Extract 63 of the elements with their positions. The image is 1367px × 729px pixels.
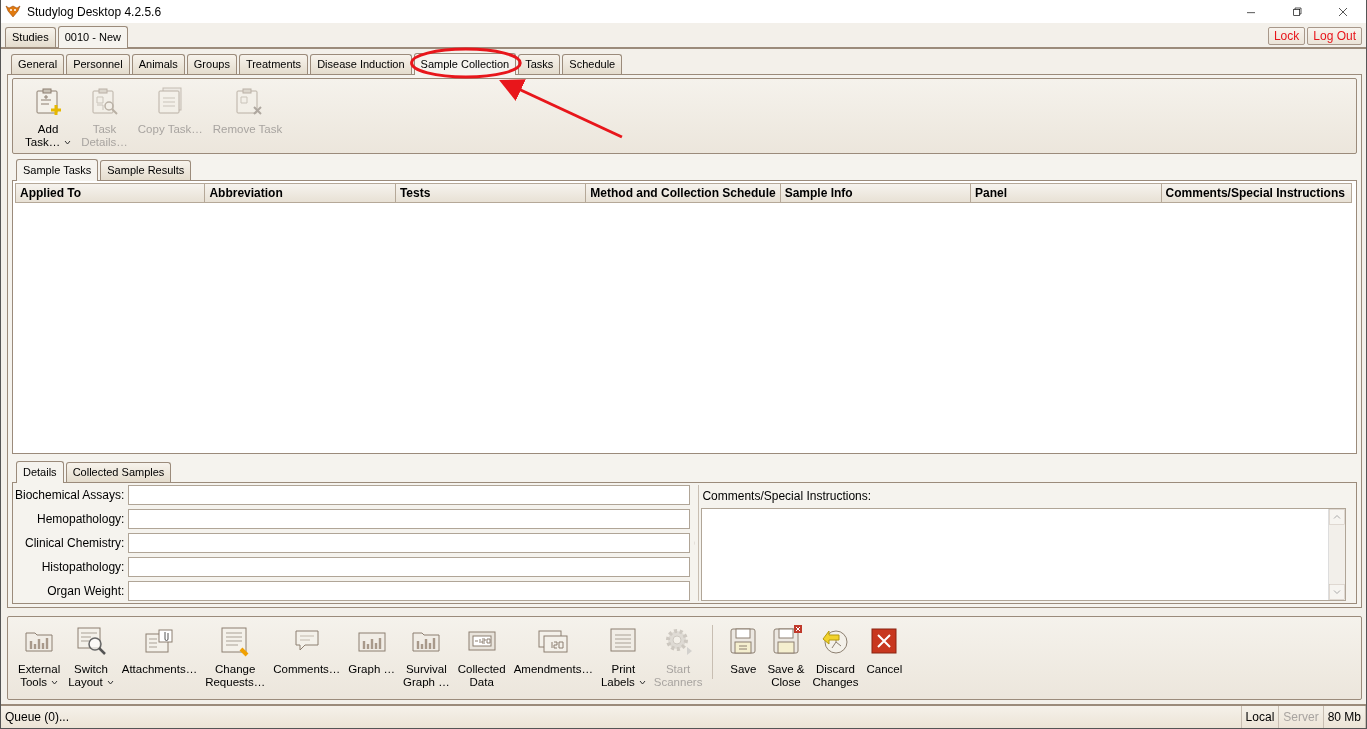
queue-status: Queue (0)... <box>5 710 70 724</box>
column-header[interactable]: Applied To <box>15 182 206 203</box>
input-field[interactable] <box>128 509 691 529</box>
field-label: Histopathology: <box>40 560 125 574</box>
magnifier-list-icon <box>74 625 107 657</box>
input-field[interactable] <box>128 581 691 601</box>
toolbar-button[interactable]: Comments… <box>269 623 345 678</box>
column-header[interactable]: Tests <box>395 182 587 203</box>
scroll-up-icon[interactable] <box>1329 509 1345 525</box>
toolbar-button[interactable]: Print Labels <box>596 623 650 691</box>
toolbar-button[interactable]: Discard Changes <box>808 623 863 691</box>
toolbar-button[interactable]: Amendments… <box>509 623 597 678</box>
tab[interactable]: General <box>11 54 65 74</box>
tab[interactable]: Sample Results <box>100 159 192 180</box>
field-label: Hemopathology: <box>36 512 125 526</box>
input-field[interactable] <box>128 485 691 505</box>
toolbar-button[interactable]: Collected Data <box>453 623 510 691</box>
toolbar-button[interactable]: Save <box>723 623 764 678</box>
tab[interactable]: Collected Samples <box>65 462 172 482</box>
column-header[interactable]: Method and Collection Schedule <box>586 182 781 203</box>
header-button[interactable]: Lock <box>1267 27 1306 45</box>
input-field[interactable] <box>128 533 691 553</box>
header-button[interactable]: Log Out <box>1307 27 1362 45</box>
column-header[interactable]: Abbreviation <box>205 182 396 203</box>
column-header[interactable]: Panel <box>971 182 1162 203</box>
scroll-down-icon[interactable] <box>1329 584 1345 600</box>
tab[interactable]: Details <box>16 461 64 483</box>
tab[interactable]: Schedule <box>562 54 623 74</box>
status-item: Local <box>1241 706 1280 728</box>
tab[interactable]: Disease Induction <box>310 54 412 74</box>
input-field[interactable] <box>128 557 691 577</box>
column-header[interactable]: Comments/Special Instructions <box>1161 182 1352 203</box>
tab[interactable]: Groups <box>186 54 237 74</box>
toolbar-button[interactable]: Survival Graph … <box>399 623 454 691</box>
caret-icon <box>64 140 72 146</box>
toolbar-button[interactable]: Change Requests… <box>201 623 270 691</box>
tab[interactable]: 0010 - New <box>57 26 128 48</box>
app-logo-icon <box>5 3 21 20</box>
toolbar-button[interactable]: Attachments… <box>117 623 202 678</box>
tab[interactable]: Studies <box>5 27 56 47</box>
toolbar-button[interactable]: Switch Layout <box>64 623 118 691</box>
tab[interactable]: Sample Tasks <box>16 158 99 181</box>
column-header[interactable]: Sample Info <box>780 182 972 203</box>
tab[interactable]: Treatments <box>238 54 309 74</box>
tab[interactable]: Tasks <box>518 54 561 74</box>
comments-text-area[interactable] <box>701 508 1346 601</box>
toolbar-button[interactable]: Graph … <box>344 623 399 678</box>
status-item: 80 Mb <box>1323 706 1366 728</box>
toolbar-button[interactable]: Save & Close <box>763 623 809 691</box>
field-label: Clinical Chemistry: <box>24 536 125 550</box>
status-item: Server <box>1279 706 1324 728</box>
window-title: Studylog Desktop 4.2.5.6 <box>27 4 163 19</box>
caret-icon <box>638 680 646 686</box>
caret-icon <box>106 680 114 686</box>
field-label: Biochemical Assays: <box>15 488 125 502</box>
toolbar-button[interactable]: External Tools <box>14 623 65 691</box>
tab[interactable]: Personnel <box>66 54 130 74</box>
toolbar-button[interactable]: Add Task… <box>21 83 76 151</box>
toolbar-button[interactable]: Cancel <box>862 623 907 678</box>
field-label: Comments/Special Instructions: <box>701 488 873 505</box>
field-label: Organ Weight: <box>46 584 125 598</box>
caret-icon <box>51 680 58 686</box>
tab[interactable]: Animals <box>131 54 185 74</box>
